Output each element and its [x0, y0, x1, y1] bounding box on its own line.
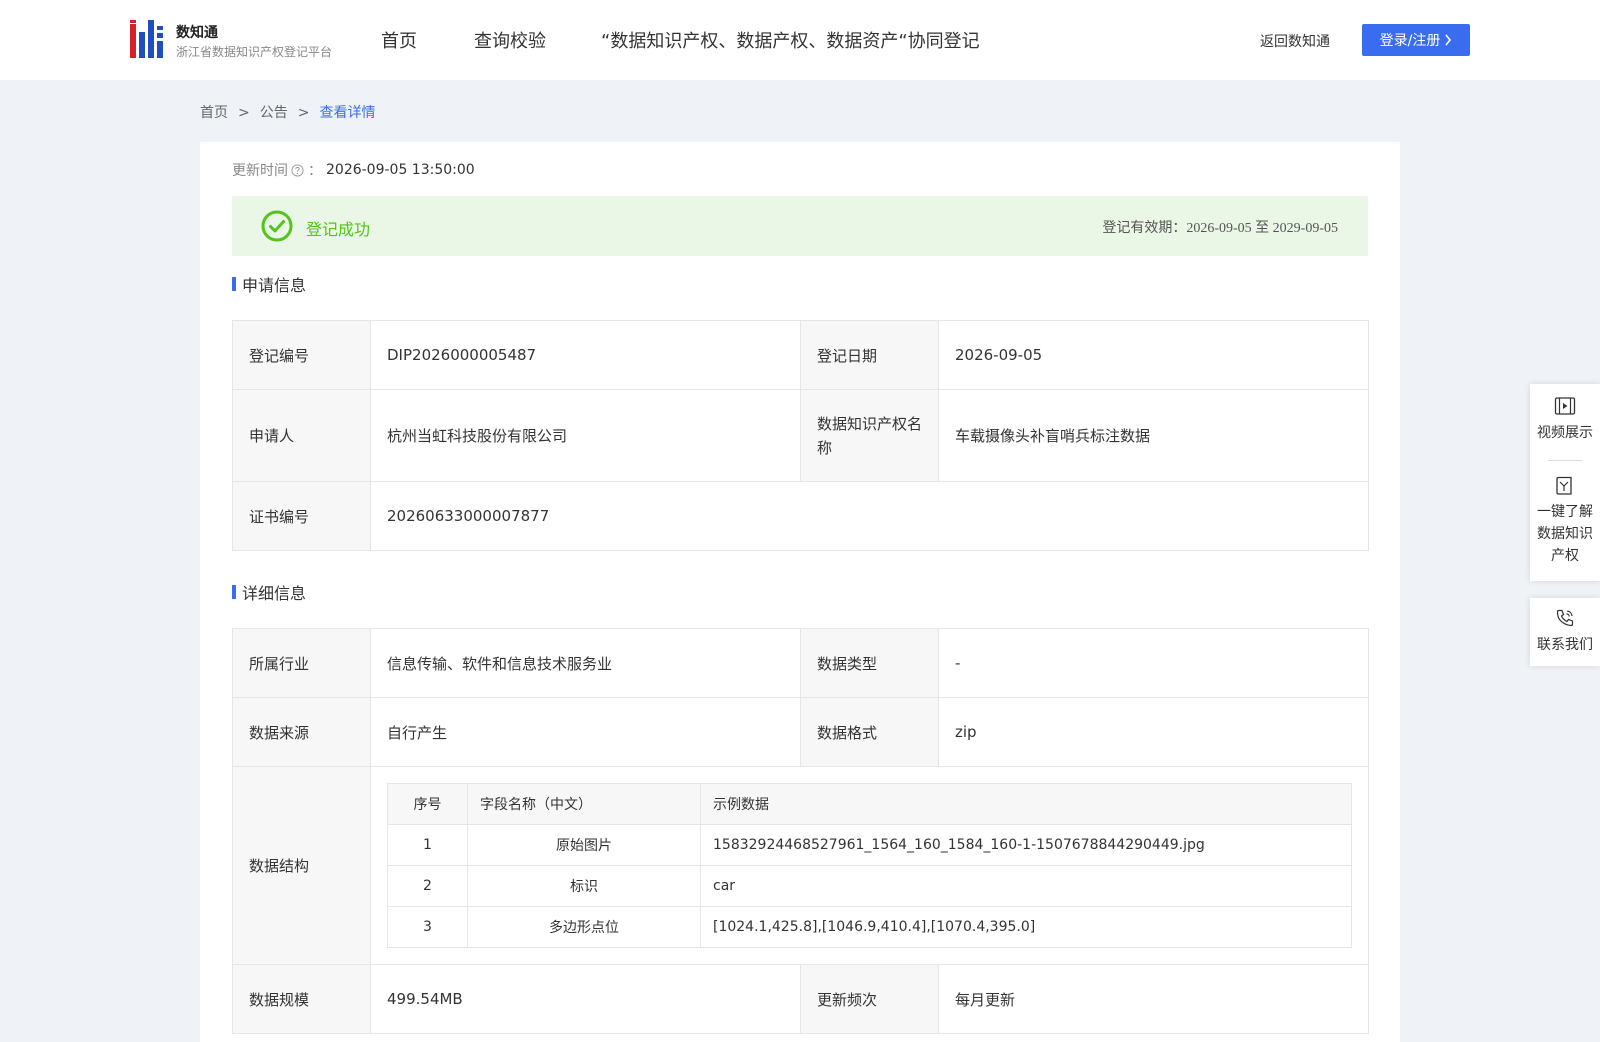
table-row: 所属行业 信息传输、软件和信息技术服务业 数据类型 - — [232, 628, 1369, 698]
sample-data: car — [700, 865, 1352, 907]
check-circle-icon — [261, 210, 293, 242]
structure-cell: 序号 字段名称（中文） 示例数据 1 原始图片 1583292446852796… — [370, 766, 1369, 965]
contact-us-button[interactable]: 联系我们 — [1530, 598, 1600, 654]
data-structure-table: 序号 字段名称（中文） 示例数据 1 原始图片 1583292446852796… — [387, 783, 1352, 948]
nav-collaborative-registration[interactable]: “数据知识产权、数据产权、数据资产“协同登记 — [601, 27, 980, 53]
learn-data-ip-button[interactable]: 一键了解数据知识产权 — [1530, 461, 1600, 567]
field-name: 多边形点位 — [467, 906, 701, 948]
status-text: 登记成功 — [306, 220, 371, 239]
login-register-button[interactable]: 登录/注册 — [1362, 24, 1470, 56]
applicant-label: 申请人 — [232, 389, 371, 482]
industry-label: 所属行业 — [232, 628, 371, 698]
field-name: 标识 — [467, 865, 701, 907]
floating-help-panel: 视频展示 一键了解数据知识产权 — [1530, 384, 1600, 581]
format-value: zip — [938, 697, 1369, 767]
update-frequency-value: 每月更新 — [938, 964, 1369, 1034]
scale-label: 数据规模 — [232, 964, 371, 1034]
section-marker — [232, 585, 236, 599]
breadcrumb: 首页 > 公告 > 查看详情 — [200, 102, 375, 122]
back-to-shuzhitong-link[interactable]: 返回数知通 — [1260, 31, 1330, 51]
update-time-value: 2026-09-05 13:50:00 — [326, 162, 475, 178]
contact-us-label: 联系我们 — [1537, 637, 1593, 653]
section-application-info: 申请信息 — [232, 272, 306, 296]
data-type-value: - — [938, 628, 1369, 698]
format-label: 数据格式 — [800, 697, 939, 767]
breadcrumb-separator: > — [238, 105, 250, 121]
update-time-colon: ： — [308, 163, 322, 179]
table-row: 证书编号 20260633000007877 — [232, 481, 1369, 551]
logo-subtitle: 浙江省数据知识产权登记平台 — [176, 45, 333, 59]
section-title-text: 详细信息 — [242, 584, 307, 603]
nav-query-verify[interactable]: 查询校验 — [474, 27, 546, 53]
chevron-right-icon — [1445, 34, 1452, 46]
login-register-label: 登录/注册 — [1379, 33, 1441, 49]
learn-data-ip-label: 一键了解数据知识产权 — [1537, 504, 1593, 564]
applicant-value: 杭州当虹科技股份有限公司 — [370, 389, 801, 482]
data-type-label: 数据类型 — [800, 628, 939, 698]
ip-name-label: 数据知识产权名称 — [800, 389, 939, 482]
table-row: 数据结构 序号 字段名称（中文） 示例数据 1 原始图片 15832924468… — [232, 766, 1369, 965]
breadcrumb-home[interactable]: 首页 — [200, 105, 228, 121]
floating-contact-panel: 联系我们 — [1530, 598, 1600, 666]
row-index: 3 — [387, 906, 468, 948]
structure-label: 数据结构 — [232, 766, 371, 965]
column-header: 字段名称（中文） — [467, 783, 701, 825]
application-info-table: 登记编号 DIP2026000005487 登记日期 2026-09-05 申请… — [232, 320, 1369, 551]
cert-no-label: 证书编号 — [232, 481, 371, 551]
breadcrumb-separator: > — [297, 105, 310, 121]
sample-data: 15832924468527961_1564_160_1584_160-1-15… — [700, 824, 1352, 866]
column-header: 示例数据 — [700, 783, 1352, 825]
structure-header-row: 序号 字段名称（中文） 示例数据 — [387, 783, 1352, 825]
structure-row: 2 标识 car — [387, 865, 1352, 907]
breadcrumb-notice[interactable]: 公告 — [260, 105, 288, 121]
top-header: 数知通 浙江省数据知识产权登记平台 首页 查询校验 “数据知识产权、数据产权、数… — [0, 0, 1600, 80]
video-showcase-button[interactable]: 视频展示 — [1530, 384, 1600, 460]
row-index: 1 — [387, 824, 468, 866]
phone-icon — [1556, 609, 1574, 627]
update-frequency-label: 更新频次 — [800, 964, 939, 1034]
validity-period: 登记有效期：2026-09-05 至 2029-09-05 — [1102, 221, 1338, 236]
breadcrumb-current: 查看详情 — [319, 105, 376, 121]
reg-no-label: 登记编号 — [232, 320, 371, 390]
table-row: 申请人 杭州当虹科技股份有限公司 数据知识产权名称 车载摄像头补盲哨兵标注数据 — [232, 389, 1369, 482]
sample-data: [1024.1,425.8],[1046.9,410.4],[1070.4,39… — [700, 906, 1352, 948]
section-detail-info: 详细信息 — [232, 580, 306, 604]
section-title-text: 申请信息 — [242, 276, 307, 295]
registration-status-banner: 登记成功 登记有效期：2026-09-05 至 2029-09-05 — [232, 196, 1368, 256]
table-row: 登记编号 DIP2026000005487 登记日期 2026-09-05 — [232, 320, 1369, 390]
industry-value: 信息传输、软件和信息技术服务业 — [370, 628, 801, 698]
structure-row: 1 原始图片 15832924468527961_1564_160_1584_1… — [387, 824, 1352, 866]
video-icon — [1554, 397, 1576, 415]
logo-icon[interactable] — [130, 20, 166, 58]
field-name: 原始图片 — [467, 824, 701, 866]
source-label: 数据来源 — [232, 697, 371, 767]
book-icon — [1556, 476, 1572, 495]
reg-date-label: 登记日期 — [800, 320, 939, 390]
column-header: 序号 — [387, 783, 468, 825]
video-showcase-label: 视频展示 — [1537, 425, 1593, 441]
detail-info-table: 所属行业 信息传输、软件和信息技术服务业 数据类型 - 数据来源 自行产生 数据… — [232, 628, 1369, 1034]
ip-name-value: 车载摄像头补盲哨兵标注数据 — [938, 389, 1369, 482]
structure-row: 3 多边形点位 [1024.1,425.8],[1046.9,410.4],[1… — [387, 906, 1352, 948]
section-marker — [232, 277, 236, 291]
question-circle-icon[interactable] — [291, 163, 304, 177]
row-index: 2 — [387, 865, 468, 907]
cert-no-value: 20260633000007877 — [370, 481, 1369, 551]
scale-value: 499.54MB — [370, 964, 801, 1034]
update-time-label: 更新时间 — [232, 163, 288, 179]
nav-home[interactable]: 首页 — [381, 27, 417, 53]
update-time-row: 更新时间 ： 2026-09-05 13:50:00 — [232, 160, 475, 180]
detail-card: 更新时间 ： 2026-09-05 13:50:00 登记成功 登记有效期：20… — [200, 142, 1400, 1042]
table-row: 数据规模 499.54MB 更新频次 每月更新 — [232, 964, 1369, 1034]
reg-date-value: 2026-09-05 — [938, 320, 1369, 390]
table-row: 数据来源 自行产生 数据格式 zip — [232, 697, 1369, 767]
logo-title: 数知通 — [176, 25, 218, 41]
reg-no-value: DIP2026000005487 — [370, 320, 801, 390]
source-value: 自行产生 — [370, 697, 801, 767]
